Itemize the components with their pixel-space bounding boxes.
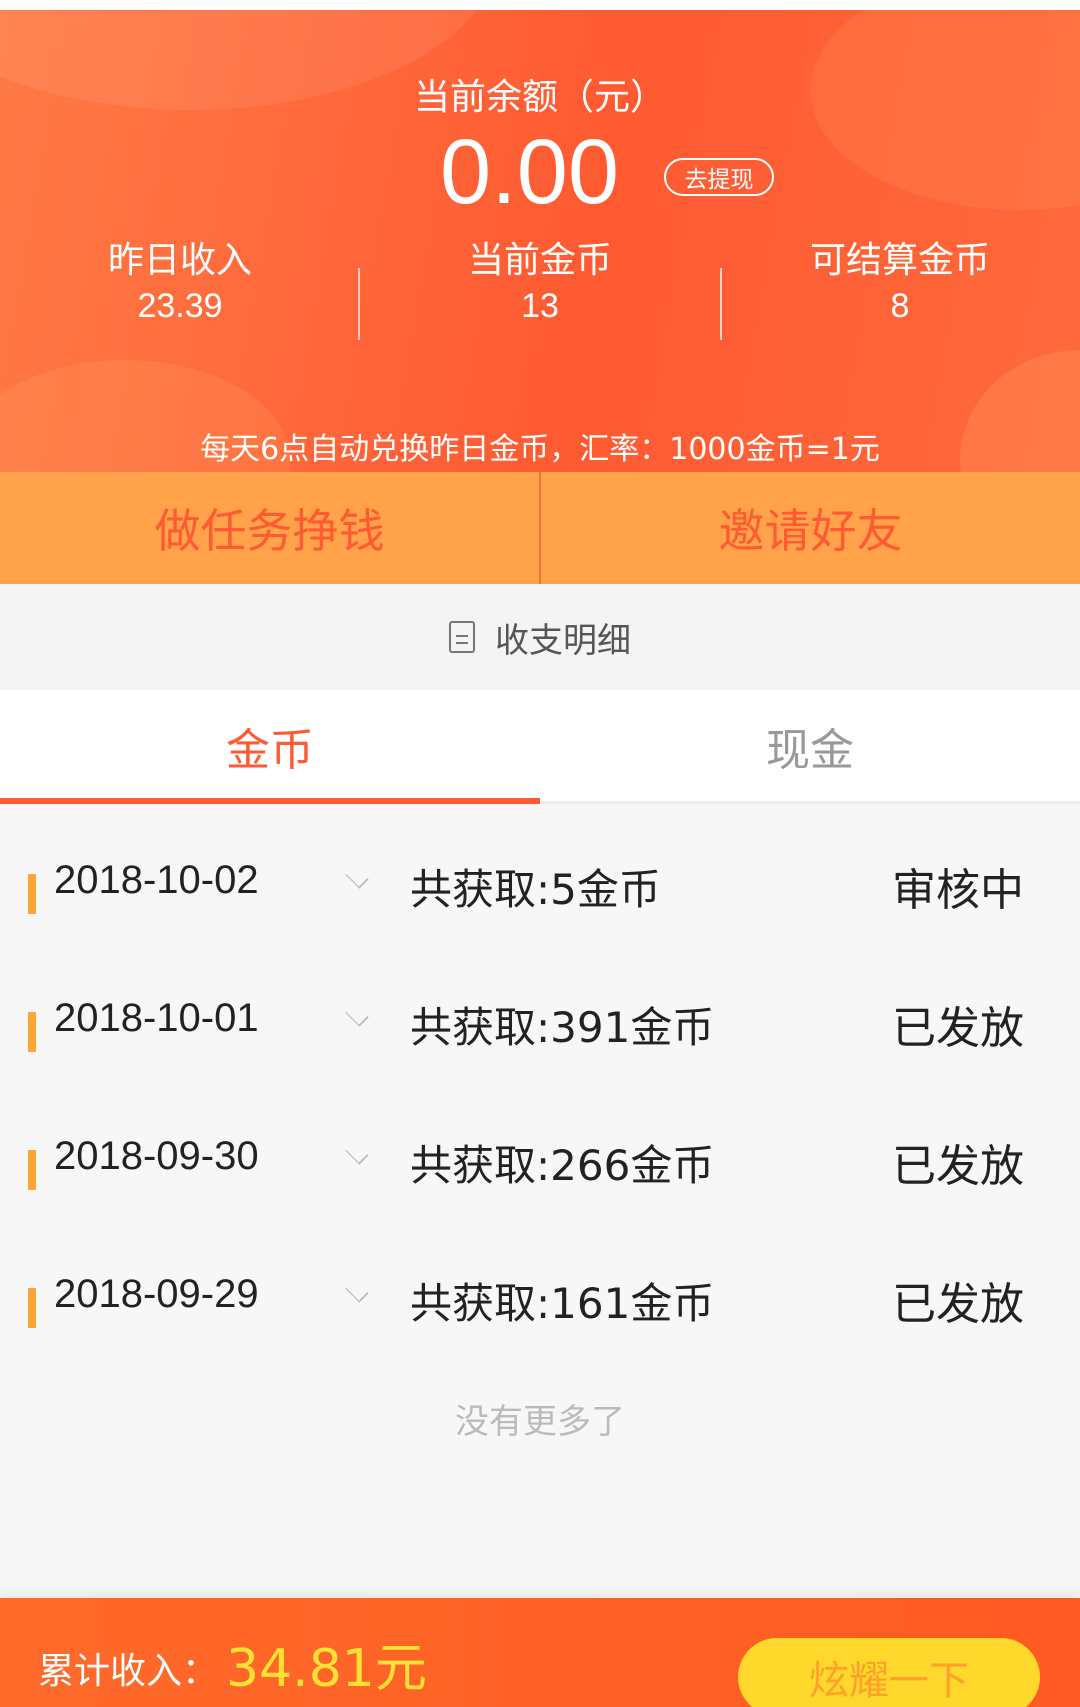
stat-value: 8 bbox=[890, 287, 910, 325]
balance-header: 当前余额（元） 0.00 去提现 昨日收入 23.39 当前金币 13 可结算金… bbox=[0, 10, 1080, 472]
record-row[interactable]: 2018-09-30 共获取:266金币 已发放 bbox=[0, 1090, 1080, 1228]
stat-current-coins: 当前金币 13 bbox=[360, 238, 720, 328]
exchange-rate-note: 每天6点自动兑换昨日金币，汇率：1000金币=1元 bbox=[200, 432, 880, 467]
chevron-down-icon[interactable] bbox=[345, 1003, 369, 1027]
stat-label: 可结算金币 bbox=[809, 240, 990, 281]
record-status: 已发放 bbox=[892, 1003, 1024, 1054]
share-button[interactable]: 炫耀一下 bbox=[738, 1638, 1040, 1707]
stat-divider bbox=[358, 268, 360, 340]
section-title: 收支明细 bbox=[495, 620, 631, 661]
action-bar: 做任务挣钱 邀请好友 bbox=[0, 472, 1080, 584]
record-status: 已发放 bbox=[892, 1279, 1024, 1330]
row-marker bbox=[28, 1288, 36, 1328]
stat-label: 昨日收入 bbox=[107, 240, 252, 281]
record-row[interactable]: 2018-10-01 共获取:391金币 已发放 bbox=[0, 952, 1080, 1090]
tab-coins[interactable]: 金币 bbox=[0, 690, 540, 804]
chevron-down-icon[interactable] bbox=[345, 1279, 369, 1303]
record-summary: 共获取:161金币 bbox=[410, 1279, 715, 1328]
stat-label: 当前金币 bbox=[467, 240, 612, 281]
stat-value: 23.39 bbox=[137, 287, 223, 325]
balance-title: 当前余额（元） bbox=[413, 77, 666, 118]
balance-value: 0.00 bbox=[440, 121, 620, 223]
withdraw-button[interactable]: 去提现 bbox=[664, 158, 774, 196]
total-income-label: 累计收入： bbox=[38, 1651, 219, 1692]
balance-row: 0.00 去提现 bbox=[0, 122, 1080, 222]
stat-yesterday-income: 昨日收入 23.39 bbox=[0, 238, 360, 328]
record-row[interactable]: 2018-09-29 共获取:161金币 已发放 bbox=[0, 1228, 1080, 1366]
total-income-value: 34.81元 bbox=[226, 1639, 427, 1699]
top-strip bbox=[0, 0, 1080, 10]
section-header: 收支明细 bbox=[0, 584, 1080, 690]
tab-cash[interactable]: 现金 bbox=[540, 690, 1080, 801]
earn-tasks-button[interactable]: 做任务挣钱 bbox=[0, 472, 539, 584]
stat-divider bbox=[720, 268, 722, 340]
document-icon bbox=[449, 621, 475, 653]
record-date: 2018-09-29 bbox=[54, 1272, 259, 1316]
stats-row: 昨日收入 23.39 当前金币 13 可结算金币 8 bbox=[0, 238, 1080, 340]
no-more-text: 没有更多了 bbox=[455, 1402, 625, 1442]
stat-value: 13 bbox=[521, 287, 559, 325]
invite-friends-button[interactable]: 邀请好友 bbox=[541, 472, 1080, 584]
record-date: 2018-09-30 bbox=[54, 1134, 259, 1178]
record-date: 2018-10-02 bbox=[54, 858, 259, 902]
record-summary: 共获取:266金币 bbox=[410, 1141, 715, 1190]
record-status: 已发放 bbox=[892, 1141, 1024, 1192]
chevron-down-icon[interactable] bbox=[345, 865, 369, 889]
records-list: 2018-10-02 共获取:5金币 审核中 2018-10-01 共获取:39… bbox=[0, 814, 1080, 1366]
row-marker bbox=[28, 874, 36, 914]
chevron-down-icon[interactable] bbox=[345, 1141, 369, 1165]
record-status: 审核中 bbox=[892, 865, 1024, 916]
stat-settleable-coins: 可结算金币 8 bbox=[720, 238, 1080, 328]
record-summary: 共获取:5金币 bbox=[410, 865, 661, 914]
record-summary: 共获取:391金币 bbox=[410, 1003, 715, 1052]
tab-bar: 金币 现金 bbox=[0, 690, 1080, 804]
row-marker bbox=[28, 1012, 36, 1052]
record-date: 2018-10-01 bbox=[54, 996, 259, 1040]
footer-bar: 累计收入： 34.81元 炫耀一下 bbox=[0, 1598, 1080, 1707]
record-row[interactable]: 2018-10-02 共获取:5金币 审核中 bbox=[0, 814, 1080, 952]
row-marker bbox=[28, 1150, 36, 1190]
